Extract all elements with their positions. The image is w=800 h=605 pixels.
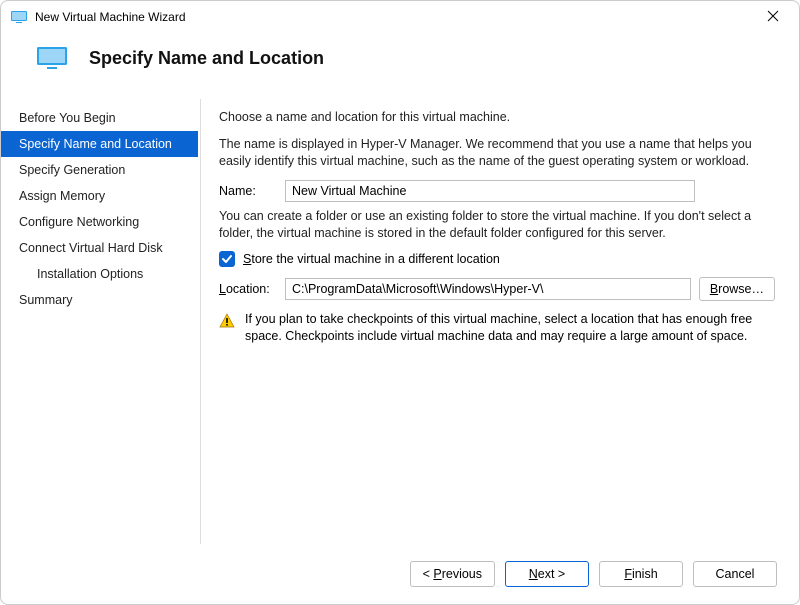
monitor-icon (11, 11, 27, 23)
location-input[interactable] (285, 278, 691, 300)
window-title: New Virtual Machine Wizard (35, 10, 186, 24)
titlebar: New Virtual Machine Wizard (1, 1, 799, 33)
wizard-step-item[interactable]: Before You Begin (1, 105, 198, 131)
warning-icon (219, 313, 235, 329)
finish-button[interactable]: Finish (599, 561, 683, 587)
wizard-step-item[interactable]: Configure Networking (1, 209, 198, 235)
wizard-step-item[interactable]: Assign Memory (1, 183, 198, 209)
store-different-location-checkbox-row: Store the virtual machine in a different… (219, 251, 775, 267)
page-title: Specify Name and Location (89, 48, 324, 69)
name-explain-text: The name is displayed in Hyper-V Manager… (219, 136, 775, 170)
titlebar-left: New Virtual Machine Wizard (11, 10, 186, 24)
cancel-button[interactable]: Cancel (693, 561, 777, 587)
wizard-step-item[interactable]: Specify Generation (1, 157, 198, 183)
close-button[interactable] (761, 9, 785, 25)
wizard-window: New Virtual Machine Wizard Specify Name … (0, 0, 800, 605)
location-label: Location: (219, 282, 277, 296)
wizard-content: Choose a name and location for this virt… (201, 99, 789, 544)
warning-row: If you plan to take checkpoints of this … (219, 311, 775, 345)
intro-text: Choose a name and location for this virt… (219, 109, 775, 126)
wizard-step-item[interactable]: Specify Name and Location (1, 131, 198, 157)
wizard-step-item[interactable]: Summary (1, 287, 198, 313)
folder-explain-text: You can create a folder or use an existi… (219, 208, 775, 242)
name-label: Name: (219, 184, 277, 198)
browse-button[interactable]: Browse… (699, 277, 775, 301)
location-row: Location: Browse… (219, 277, 775, 301)
wizard-footer: < Previous Next > Finish Cancel (1, 544, 799, 604)
vm-name-input[interactable] (285, 180, 695, 202)
wizard-steps-sidebar: Before You BeginSpecify Name and Locatio… (1, 99, 201, 544)
monitor-icon (37, 47, 67, 69)
name-row: Name: (219, 180, 775, 202)
store-different-location-label: Store the virtual machine in a different… (243, 252, 500, 266)
store-different-location-checkbox[interactable] (219, 251, 235, 267)
previous-button[interactable]: < Previous (410, 561, 495, 587)
next-button[interactable]: Next > (505, 561, 589, 587)
wizard-body: Before You BeginSpecify Name and Locatio… (1, 99, 799, 544)
wizard-step-item[interactable]: Installation Options (1, 261, 198, 287)
wizard-header: Specify Name and Location (1, 33, 799, 99)
wizard-step-item[interactable]: Connect Virtual Hard Disk (1, 235, 198, 261)
warning-text: If you plan to take checkpoints of this … (245, 311, 775, 345)
